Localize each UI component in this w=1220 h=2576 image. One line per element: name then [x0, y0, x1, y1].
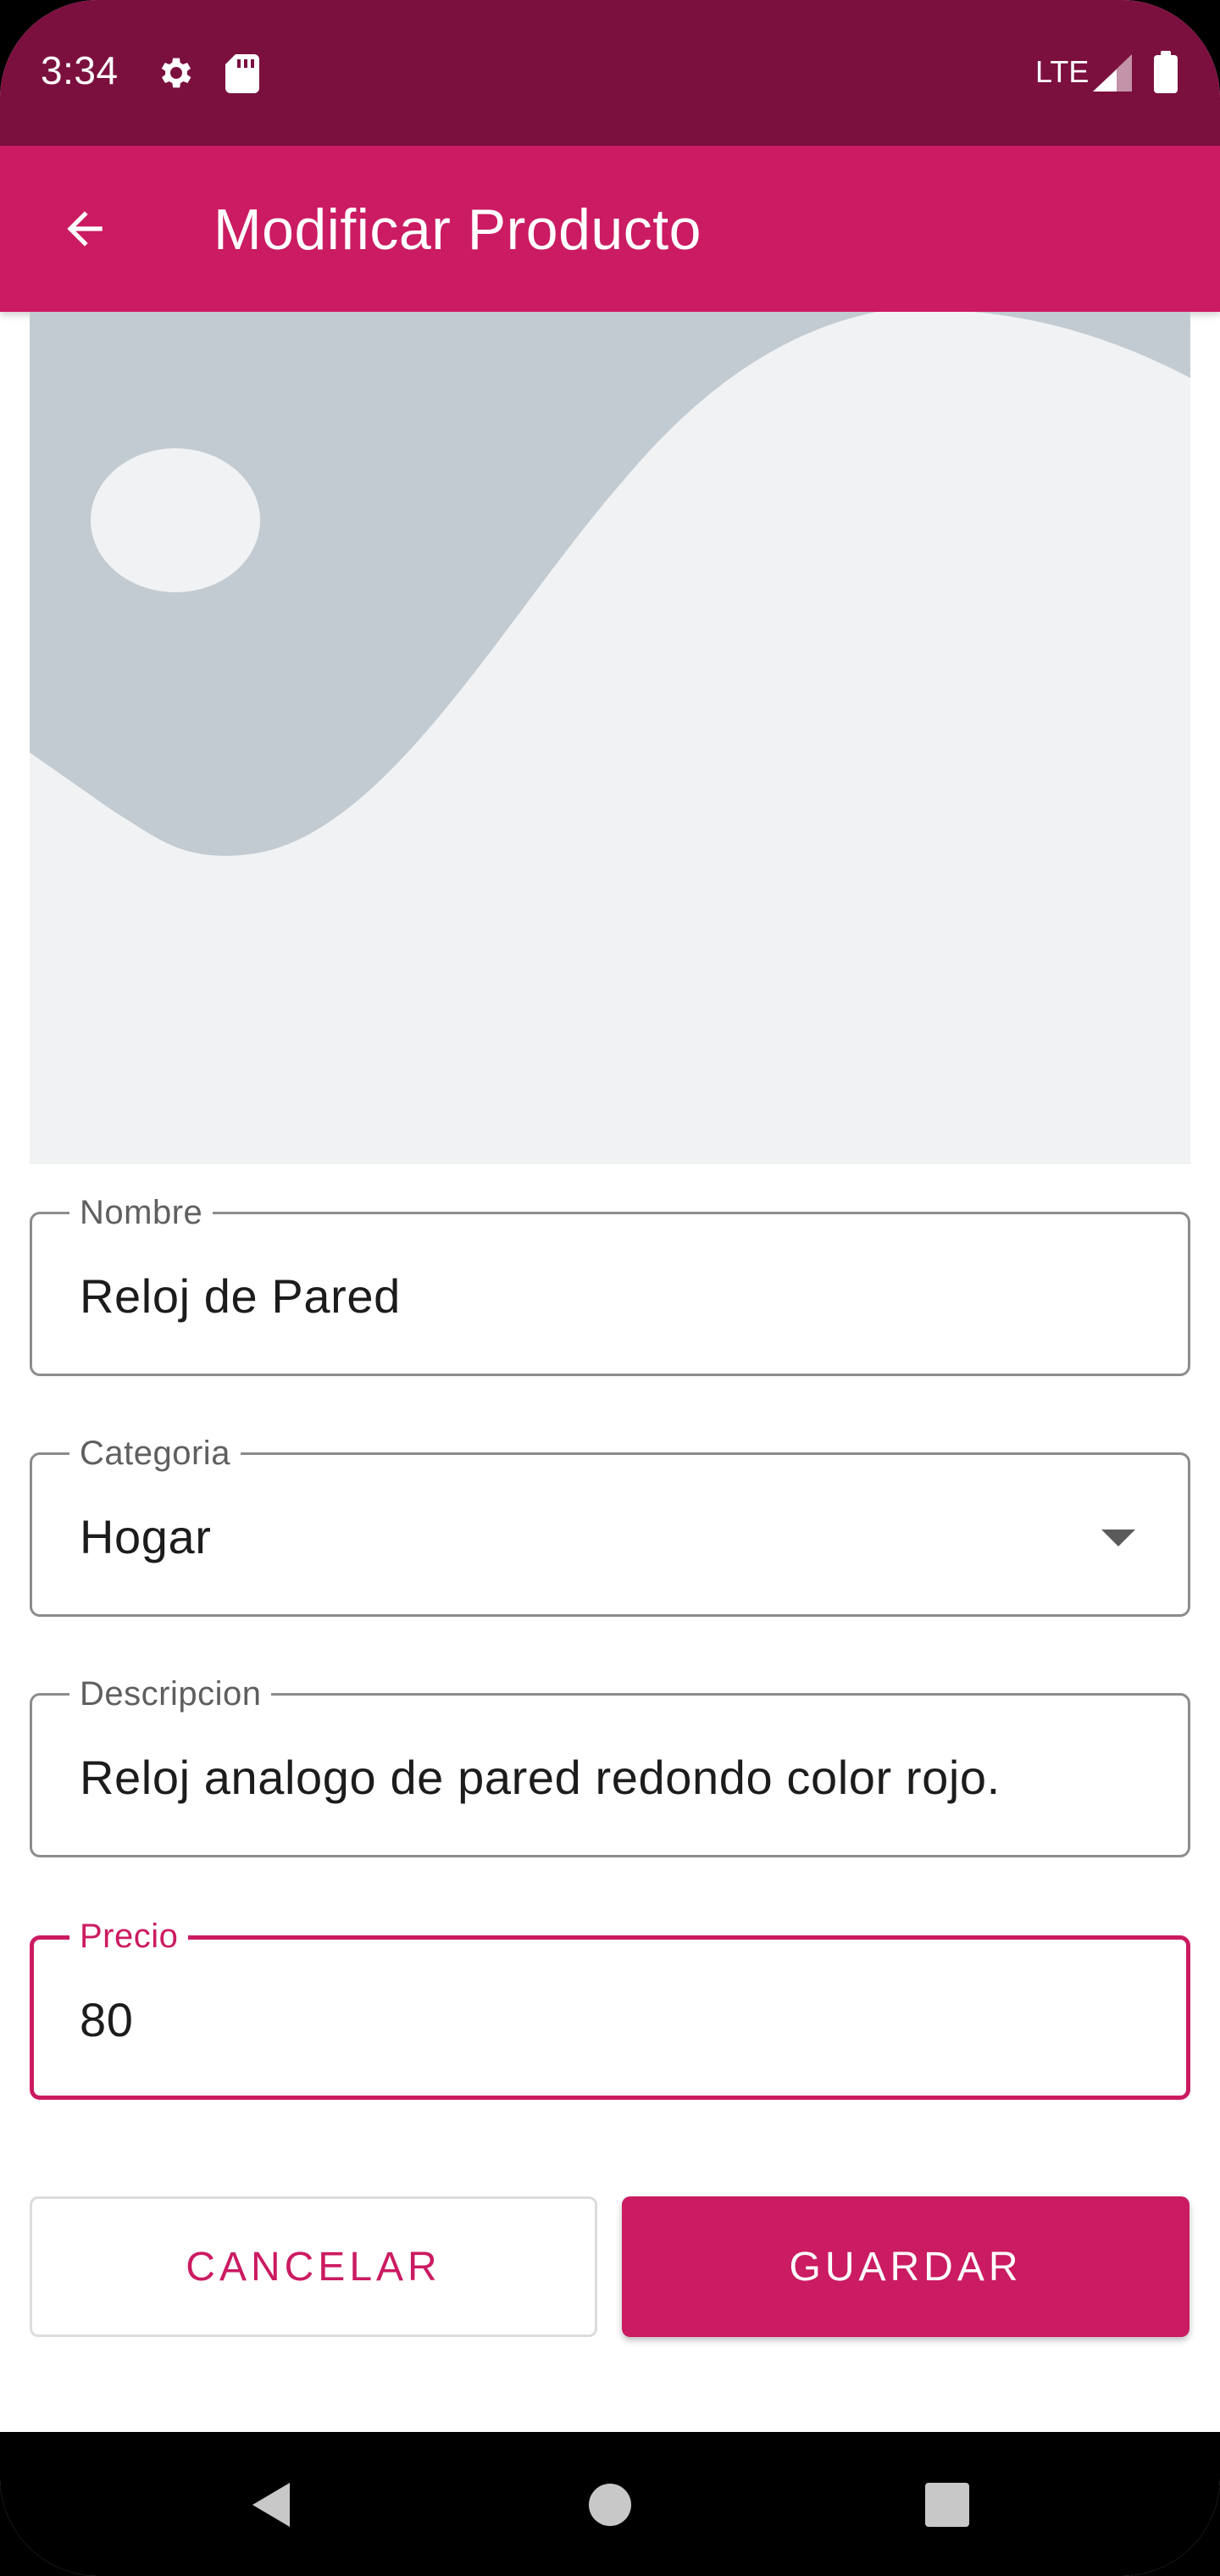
app-bar: Modificar Producto	[0, 146, 1220, 312]
precio-label: Precio	[69, 1916, 189, 1957]
descripcion-field[interactable]: Descripcion Reloj analogo de pared redon…	[30, 1674, 1190, 1857]
sd-card-icon	[224, 53, 261, 97]
page-title: Modificar Producto	[214, 197, 702, 262]
nombre-field[interactable]: Nombre Reloj de Pared	[30, 1192, 1190, 1376]
nav-home-button[interactable]	[568, 2462, 652, 2547]
nombre-label: Nombre	[69, 1192, 214, 1233]
signal-icon	[1093, 54, 1132, 96]
settings-icon	[156, 53, 197, 97]
nav-back-button[interactable]	[229, 2462, 313, 2547]
navigation-bar	[0, 2432, 1220, 2576]
save-button-label: GUARDAR	[789, 2244, 1023, 2290]
network-type: LTE	[1035, 54, 1090, 89]
back-triangle-icon	[252, 2483, 290, 2527]
categoria-label: Categoria	[69, 1433, 241, 1474]
image-placeholder-icon	[30, 312, 1190, 1164]
nombre-input[interactable]: Reloj de Pared	[80, 1269, 401, 1324]
categoria-select[interactable]: Categoria Hogar	[30, 1433, 1190, 1617]
categoria-value[interactable]: Hogar	[80, 1509, 212, 1564]
dropdown-arrow-icon[interactable]	[1101, 1530, 1135, 1546]
nav-recents-button[interactable]	[905, 2462, 990, 2547]
cancel-button[interactable]: CANCELAR	[30, 2196, 597, 2337]
descripcion-label: Descripcion	[69, 1674, 272, 1714]
status-bar: 3:34 LTE	[0, 0, 1220, 146]
cancel-button-label: CANCELAR	[186, 2244, 441, 2290]
battery-icon	[1154, 51, 1178, 97]
recents-square-icon	[925, 2483, 969, 2527]
status-time: 3:34	[41, 48, 119, 92]
home-circle-icon	[589, 2484, 631, 2526]
precio-input[interactable]: 80	[80, 1992, 134, 2047]
descripcion-input[interactable]: Reloj analogo de pared redondo color roj…	[80, 1750, 1001, 1805]
device-screen: 3:34 LTE Modificar Producto Nombre Reloj…	[0, 0, 1220, 2576]
arrow-back-icon	[67, 211, 103, 247]
precio-field[interactable]: Precio 80	[30, 1916, 1190, 2100]
back-button[interactable]	[41, 185, 129, 273]
save-button[interactable]: GUARDAR	[622, 2196, 1190, 2337]
product-image[interactable]	[30, 312, 1190, 1164]
